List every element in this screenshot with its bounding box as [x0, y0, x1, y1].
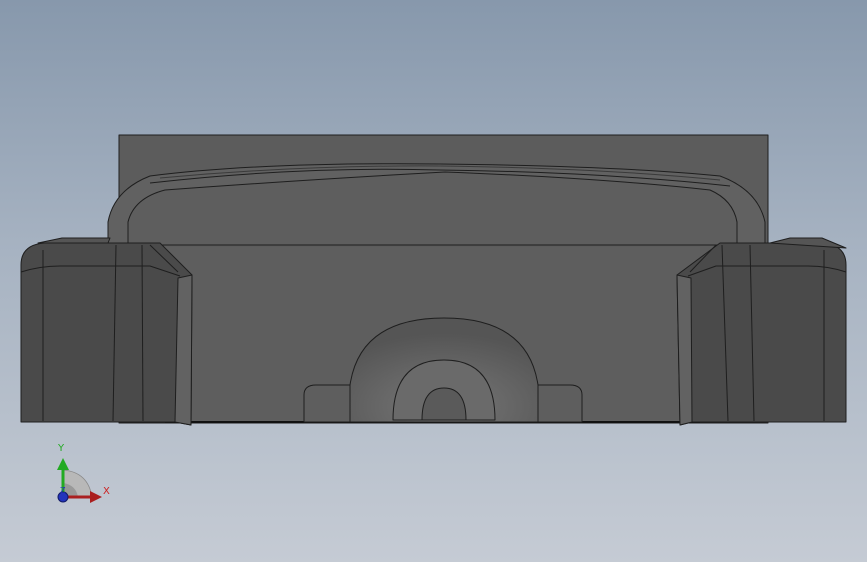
graphics-viewport[interactable]: X Y Z [0, 0, 867, 562]
left-flange [174, 274, 193, 426]
left-block [20, 242, 193, 426]
right-block [676, 242, 847, 426]
part-body [20, 134, 847, 426]
right-flange [676, 274, 693, 426]
left-block-top [37, 237, 111, 244]
triad-y-label: Y [58, 443, 65, 454]
model-view[interactable] [0, 0, 867, 562]
triad-x-label: X [103, 486, 110, 497]
triad-z-label: Z [60, 486, 66, 495]
triad-widget[interactable] [57, 458, 102, 503]
